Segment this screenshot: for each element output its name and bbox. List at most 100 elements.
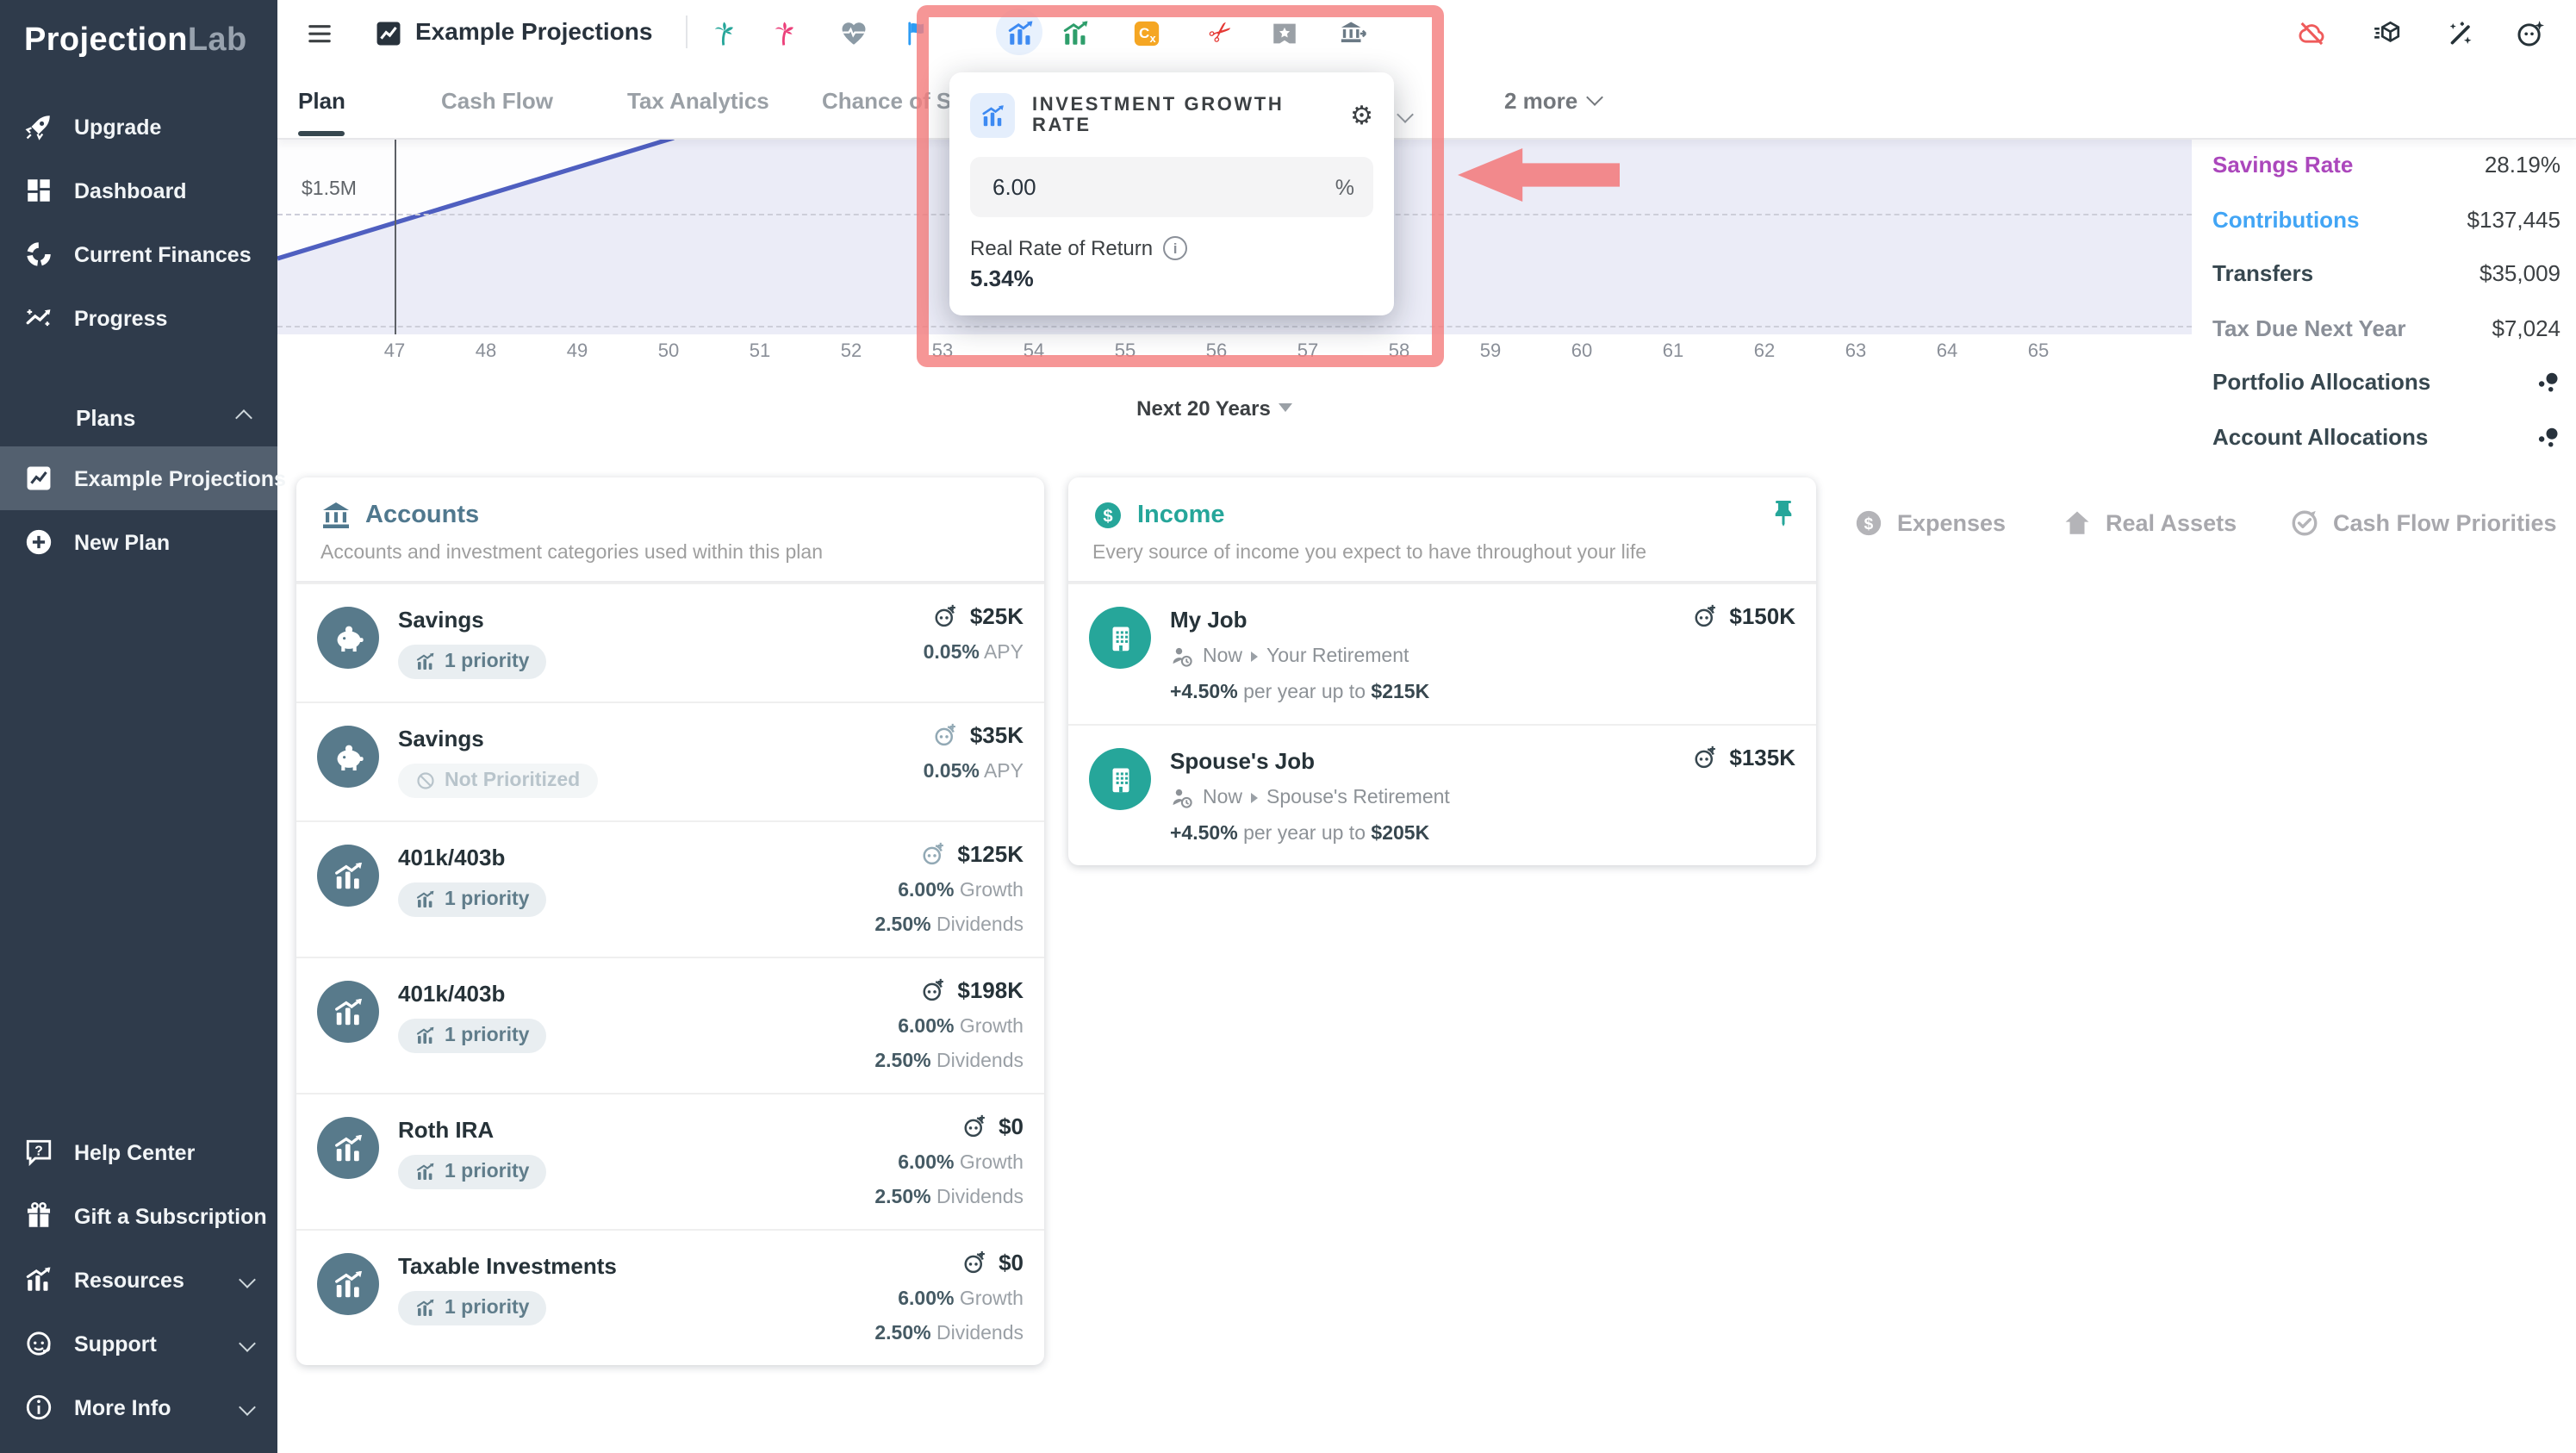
- heart-pulse-icon[interactable]: [832, 14, 874, 52]
- summary-row-tax-due[interactable]: Tax Due Next Year $7,024: [2192, 301, 2576, 355]
- account-value: $25K: [969, 603, 1024, 629]
- real-rate-label: Real Rate of Return: [970, 236, 1154, 260]
- x-tick-label: 63: [1845, 341, 1867, 362]
- account-row-roth-ira[interactable]: Roth IRA 1 priority $0 6.00% Growth 2.50…: [296, 1093, 1044, 1229]
- summary-row-contributions[interactable]: Contributions $137,445: [2192, 192, 2576, 246]
- section-label: Cash Flow Priorities: [2333, 510, 2557, 536]
- chip-label: 1 priority: [445, 652, 530, 672]
- income-value: $150K: [1729, 603, 1795, 629]
- sidebar-item-progress[interactable]: Progress: [0, 286, 277, 350]
- summary-row-transfers[interactable]: Transfers $35,009: [2192, 246, 2576, 301]
- sidebar-item-current-finances[interactable]: Current Finances: [0, 222, 277, 286]
- section-expenses[interactable]: Expenses: [1854, 508, 2006, 538]
- summary-row-account-allocations[interactable]: Account Allocations: [2192, 409, 2576, 464]
- chip-label: Not Prioritized: [445, 770, 581, 791]
- tab-plan[interactable]: Plan: [298, 64, 346, 136]
- summary-label: Contributions: [2212, 206, 2360, 233]
- investment-growth-rate-icon[interactable]: [999, 14, 1041, 52]
- investment-growth-rate-popup: INVESTMENT GROWTH RATE ⚙ % Real Rate of …: [949, 72, 1394, 315]
- rocket-icon: [24, 112, 53, 141]
- x-tick-label: 48: [475, 341, 497, 362]
- sidebar-item-gift-subscription[interactable]: Gift a Subscription: [0, 1184, 277, 1248]
- section-real-assets[interactable]: Real Assets: [2063, 508, 2237, 538]
- time-range-dropdown[interactable]: Next 20 Years: [1120, 396, 1310, 421]
- not-prioritized-chip[interactable]: Not Prioritized: [398, 764, 598, 798]
- summary-row-portfolio-allocations[interactable]: Portfolio Allocations: [2192, 355, 2576, 409]
- sandbox-cube-icon[interactable]: [2366, 14, 2407, 52]
- sidebar-item-support[interactable]: Support: [0, 1312, 277, 1375]
- accounts-card-header[interactable]: Accounts Accounts and investment categor…: [296, 477, 1044, 583]
- pin-icon[interactable]: [1768, 498, 1799, 529]
- rate-value: 6.00%: [898, 1153, 955, 1174]
- avatar-icon[interactable]: [2509, 14, 2550, 52]
- income-card-header[interactable]: Income Every source of income you expect…: [1068, 477, 1816, 583]
- sidebar-item-resources[interactable]: Resources: [0, 1248, 277, 1312]
- summary-label: Savings Rate: [2212, 152, 2354, 178]
- priority-chip[interactable]: 1 priority: [398, 882, 547, 917]
- income-row-my-job[interactable]: My Job Now Your Retirement +4.50% per ye…: [1068, 583, 1816, 724]
- tab-cash-flow[interactable]: Cash Flow: [441, 64, 553, 136]
- x-tick-label: 59: [1479, 341, 1502, 362]
- rate-label: APY: [983, 762, 1024, 783]
- account-row-401k-2[interactable]: 401k/403b 1 priority $198K 6.00% Growth …: [296, 957, 1044, 1093]
- flag-icon[interactable]: [896, 14, 937, 52]
- palm-tree-green-icon[interactable]: [701, 14, 743, 52]
- rate-value: 2.50%: [874, 1324, 931, 1344]
- account-row-savings-2[interactable]: Savings Not Prioritized $35K 0.05% APY: [296, 702, 1044, 820]
- chevron-down-icon: [1585, 89, 1603, 106]
- account-name: Roth IRA: [398, 1117, 495, 1143]
- plan-chart-icon: [367, 14, 408, 52]
- account-row-401k-1[interactable]: 401k/403b 1 priority $125K 6.00% Growth …: [296, 820, 1044, 957]
- timeline-from: Now: [1203, 788, 1243, 808]
- main-area: Example Projections ✂ Plan Cash Flow Tax…: [277, 0, 2576, 1453]
- plus-circle-icon: [24, 527, 53, 557]
- summary-row-savings-rate[interactable]: Savings Rate 28.19%: [2192, 138, 2576, 192]
- rate-value: 2.50%: [874, 1188, 931, 1208]
- income-row-spouses-job[interactable]: Spouse's Job Now Spouse's Retirement +4.…: [1068, 724, 1816, 865]
- sidebar-item-more-info[interactable]: More Info: [0, 1375, 277, 1439]
- account-name: Savings: [398, 607, 484, 633]
- sidebar-item-help-center[interactable]: Help Center: [0, 1120, 277, 1184]
- priority-chip[interactable]: 1 priority: [398, 645, 547, 679]
- cloud-off-icon[interactable]: [2290, 14, 2331, 52]
- tab-tax-analytics[interactable]: Tax Analytics: [627, 64, 769, 136]
- section-cash-flow-priorities[interactable]: Cash Flow Priorities: [2290, 508, 2557, 538]
- slash-circle-icon: [415, 770, 436, 791]
- palm-tree-pink-icon[interactable]: [762, 14, 803, 52]
- chevron-down-icon[interactable]: [1397, 98, 1414, 129]
- tab-chance-of-success[interactable]: Chance of S: [822, 64, 951, 136]
- priority-chip[interactable]: 1 priority: [398, 1155, 547, 1189]
- section-label: Real Assets: [2106, 510, 2237, 536]
- app-logo[interactable]: ProjectionLab: [0, 0, 277, 71]
- bank-icon: [320, 500, 352, 531]
- theme-wand-icon[interactable]: [2438, 14, 2480, 52]
- house-icon: [2063, 508, 2092, 538]
- priority-chip[interactable]: 1 priority: [398, 1291, 547, 1325]
- sidebar-item-example-projections[interactable]: Example Projections: [0, 446, 286, 510]
- growth-pct: +4.50%: [1170, 824, 1238, 845]
- priority-chip[interactable]: 1 priority: [398, 1019, 547, 1053]
- currency-exclude-icon[interactable]: [1125, 14, 1167, 52]
- info-icon[interactable]: i: [1163, 236, 1188, 260]
- summary-label: Portfolio Allocations: [2212, 369, 2431, 396]
- tab-more-dropdown[interactable]: 2 more: [1504, 64, 1603, 136]
- hamburger-menu-icon[interactable]: [298, 14, 339, 52]
- dividend-growth-icon[interactable]: [1055, 14, 1096, 52]
- time-projection-icon: [1691, 745, 1717, 770]
- sidebar-item-upgrade[interactable]: Upgrade: [0, 95, 277, 159]
- sidebar-item-dashboard[interactable]: Dashboard: [0, 159, 277, 222]
- gear-icon[interactable]: ⚙: [1350, 102, 1373, 128]
- income-name: Spouse's Job: [1170, 748, 1315, 774]
- account-row-taxable-investments[interactable]: Taxable Investments 1 priority $0 6.00% …: [296, 1229, 1044, 1365]
- growth-rate-input[interactable]: [989, 172, 1254, 202]
- sidebar-item-label: Resources: [74, 1268, 184, 1292]
- building-icon: [1089, 607, 1151, 669]
- scissors-icon[interactable]: ✂: [1201, 12, 1242, 52]
- bank-transfer-icon[interactable]: [1332, 14, 1373, 52]
- gift-icon: [24, 1201, 53, 1231]
- account-row-savings-1[interactable]: Savings 1 priority $25K 0.05% APY: [296, 583, 1044, 702]
- sidebar-plans-header[interactable]: Plans: [0, 388, 277, 446]
- income-title: Income: [1137, 502, 1225, 529]
- certificate-icon[interactable]: [1263, 14, 1304, 52]
- sidebar-item-new-plan[interactable]: New Plan: [0, 510, 277, 574]
